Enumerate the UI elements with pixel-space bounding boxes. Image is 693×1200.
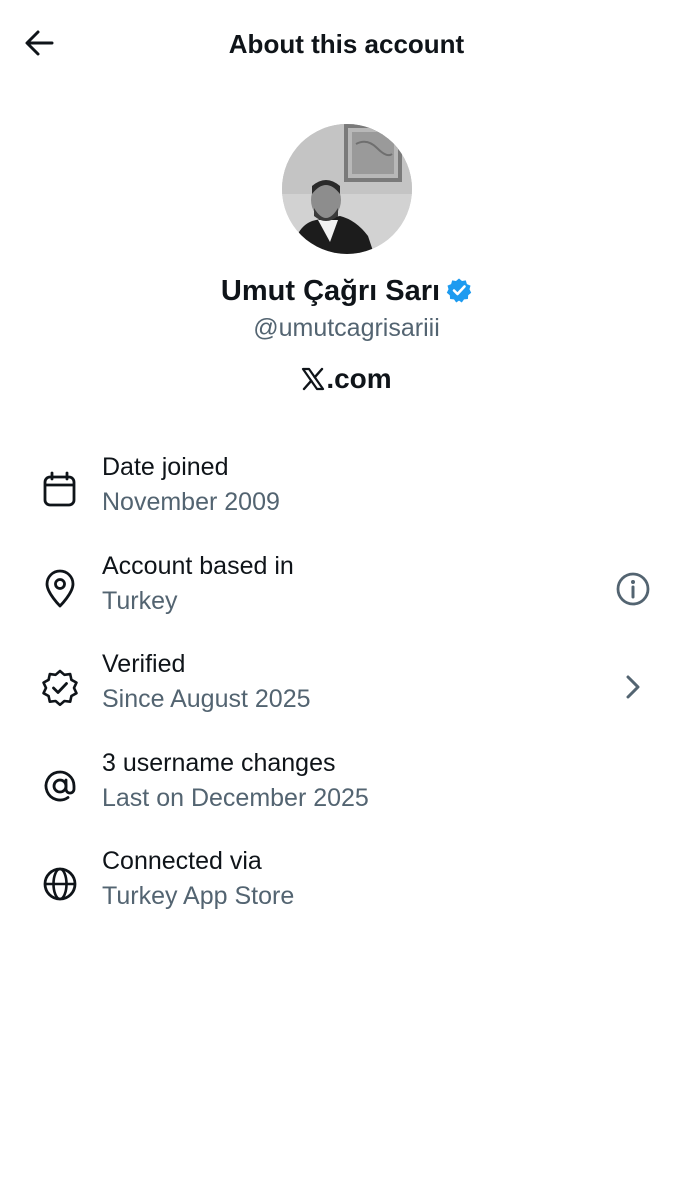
- row-connected-via: Connected via Turkey App Store: [0, 844, 693, 924]
- verified-badge-icon: [446, 274, 472, 303]
- chevron-right-icon: [626, 675, 640, 699]
- info-icon: [616, 572, 650, 606]
- verified-badge-icon: [40, 667, 80, 707]
- row-subtitle: November 2009: [102, 488, 280, 516]
- at-sign-icon: [40, 766, 80, 806]
- row-username-changes: 3 username changes Last on December 2025: [0, 746, 693, 826]
- row-subtitle: Since August 2025: [102, 685, 311, 713]
- calendar-icon: [40, 470, 80, 510]
- row-title: 3 username changes: [102, 749, 336, 777]
- avatar[interactable]: [282, 124, 412, 254]
- profile-name: Umut Çağrı Sarı: [220, 275, 441, 307]
- profile-handle: @umutcagrisariii: [253, 314, 440, 342]
- row-subtitle: Last on December 2025: [102, 784, 369, 812]
- top-bar: About this account: [0, 0, 693, 88]
- site-domain: .com: [326, 363, 392, 394]
- verified-details-button[interactable]: [613, 667, 653, 707]
- row-title: Connected via: [102, 847, 262, 875]
- row-title: Date joined: [102, 453, 229, 481]
- profile-name-row: Umut Çağrı Sarı: [0, 271, 693, 311]
- profile-site: .com: [0, 360, 693, 398]
- row-subtitle: Turkey App Store: [102, 882, 295, 910]
- row-verified[interactable]: Verified Since August 2025: [0, 647, 693, 727]
- row-account-based-in: Account based in Turkey: [0, 549, 693, 629]
- row-title: Verified: [102, 650, 186, 678]
- page-title: About this account: [228, 29, 465, 59]
- globe-icon: [40, 864, 80, 904]
- x-logo-icon: [301, 363, 325, 391]
- row-date-joined: Date joined November 2009: [0, 450, 693, 530]
- info-button[interactable]: [613, 569, 653, 609]
- location-pin-icon: [40, 569, 80, 609]
- row-title: Account based in: [102, 552, 294, 580]
- row-subtitle: Turkey: [102, 587, 178, 615]
